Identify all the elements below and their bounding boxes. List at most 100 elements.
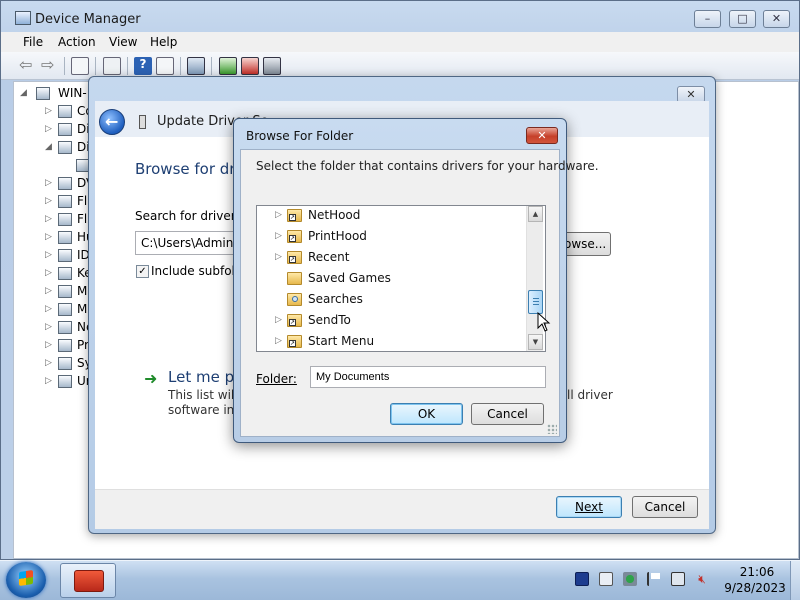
let-me-pick-link[interactable]: Let me pi [168,368,238,386]
console-tree-icon[interactable] [71,57,89,75]
ok-button[interactable]: OK [390,403,463,425]
window-title: Device Manager [35,12,141,27]
folder-field[interactable] [310,366,546,388]
resize-grip-icon[interactable] [547,424,557,434]
device-category-icon [58,105,72,118]
expand-arrow-icon[interactable]: ▷ [45,268,52,278]
let-me-pick-description-line2: software in t [168,403,243,417]
menu-help[interactable]: Help [150,35,177,49]
show-desktop-button[interactable] [790,561,800,600]
collapse-arrow-icon[interactable]: ◢ [20,88,27,98]
include-subfolders-checkbox[interactable]: ✓ [136,265,149,278]
expand-arrow-icon[interactable]: ▷ [45,286,52,296]
device-category-icon [58,375,72,388]
language-bar-icon[interactable] [575,572,589,586]
device-category-icon [58,123,72,136]
expand-arrow-icon[interactable]: ▷ [45,340,52,350]
folder-icon [287,272,302,285]
dialog-instruction: Select the folder that contains drivers … [256,159,599,173]
expand-arrow-icon[interactable]: ▷ [275,315,282,325]
taskbar-device-manager-button[interactable] [60,563,116,598]
expand-arrow-icon[interactable]: ▷ [275,210,282,220]
close-button[interactable]: ✕ [763,10,790,28]
green-arrow-icon: ➜ [144,369,158,388]
security-shield-icon[interactable] [623,572,637,586]
update-driver-icon[interactable] [219,57,237,75]
wizard-heading: Browse for dri [135,160,240,178]
device-icon [139,115,146,129]
let-me-pick-description-tail: ll driver [567,388,613,402]
folder-item-saved-games[interactable]: Saved Games [257,269,527,290]
folder-item-searches[interactable]: Searches [257,290,527,311]
expand-arrow-icon[interactable]: ▷ [45,214,52,224]
menu-file[interactable]: File [23,35,43,49]
folder-item-start-menu[interactable]: ▷ ↗ Start Menu [257,332,527,351]
volume-muted-icon[interactable]: 🔇︎ [695,572,709,586]
next-button[interactable]: Next [556,496,622,518]
scroll-up-icon[interactable]: ▲ [528,206,543,222]
folder-shortcut-icon: ↗ [287,335,302,348]
folder-item-sendto[interactable]: ▷ ↗ SendTo [257,311,527,332]
expand-arrow-icon[interactable]: ▷ [45,304,52,314]
expand-arrow-icon[interactable]: ▷ [275,231,282,241]
action-center-icon[interactable] [599,572,613,586]
dialog-close-button[interactable]: ✕ [526,127,558,144]
collapse-arrow-icon[interactable]: ◢ [45,142,52,152]
properties-icon[interactable] [103,57,121,75]
expand-arrow-icon[interactable]: ▷ [45,124,52,134]
menu-view[interactable]: View [109,35,137,49]
folder-tree[interactable]: ▷ ↗ NetHood ▷ ↗ PrintHood ▷ ↗ Recent Sav… [256,205,546,352]
network-icon[interactable] [671,572,685,586]
disable-icon[interactable] [263,57,281,75]
folder-label: SendTo [308,313,351,327]
expand-arrow-icon[interactable]: ▷ [45,250,52,260]
folder-label: PrintHood [308,229,367,243]
expand-arrow-icon[interactable]: ▷ [45,322,52,332]
expand-arrow-icon[interactable]: ▷ [45,106,52,116]
folder-item-printhood[interactable]: ▷ ↗ PrintHood [257,227,527,248]
forward-arrow-icon[interactable]: ⇨ [41,57,59,75]
expand-arrow-icon[interactable]: ▷ [45,358,52,368]
device-category-icon [58,339,72,352]
uninstall-icon[interactable] [241,57,259,75]
device-category-icon [58,177,72,190]
expand-arrow-icon[interactable]: ▷ [45,232,52,242]
expand-arrow-icon[interactable]: ▷ [275,252,282,262]
folder-label: Searches [308,292,363,306]
include-subfolders-label: Include subfold [151,264,243,278]
device-category-icon [58,195,72,208]
scrollbar-thumb[interactable] [528,290,543,314]
clock-time[interactable]: 21:06 [735,565,779,579]
folder-item-nethood[interactable]: ▷ ↗ NetHood [257,206,527,227]
help-icon[interactable]: ? [134,57,152,75]
folder-field-label: Folder: [256,372,297,386]
expand-arrow-icon[interactable]: ▷ [45,196,52,206]
expand-arrow-icon[interactable]: ▷ [275,336,282,346]
expand-arrow-icon[interactable]: ▷ [45,178,52,188]
minimize-button[interactable]: – [694,10,721,28]
wizard-cancel-button[interactable]: Cancel [632,496,698,518]
start-button[interactable] [6,562,46,598]
show-pane-icon[interactable] [156,57,174,75]
dialog-cancel-button[interactable]: Cancel [471,403,544,425]
scan-hardware-icon[interactable] [187,57,205,75]
expand-arrow-icon[interactable]: ▷ [45,376,52,386]
flag-icon[interactable] [647,572,661,586]
maximize-button[interactable]: □ [729,10,756,28]
device-category-icon [58,357,72,370]
tree-root-label: WIN- [58,86,87,100]
device-category-icon [58,285,72,298]
back-arrow-icon[interactable]: ← [99,109,125,135]
folder-label: Saved Games [308,271,391,285]
folder-shortcut-icon: ↗ [287,230,302,243]
device-category-icon [58,321,72,334]
clock-date[interactable]: 9/28/2023 [724,581,786,595]
dialog-title: Browse For Folder [246,129,354,143]
folder-shortcut-icon: ↗ [287,251,302,264]
folder-item-recent[interactable]: ▷ ↗ Recent [257,248,527,269]
tree-item-label: Fl [77,212,88,226]
menu-action[interactable]: Action [58,35,96,49]
device-manager-icon [15,11,31,25]
scroll-down-icon[interactable]: ▼ [528,334,543,350]
back-arrow-icon[interactable]: ⇦ [19,57,37,75]
